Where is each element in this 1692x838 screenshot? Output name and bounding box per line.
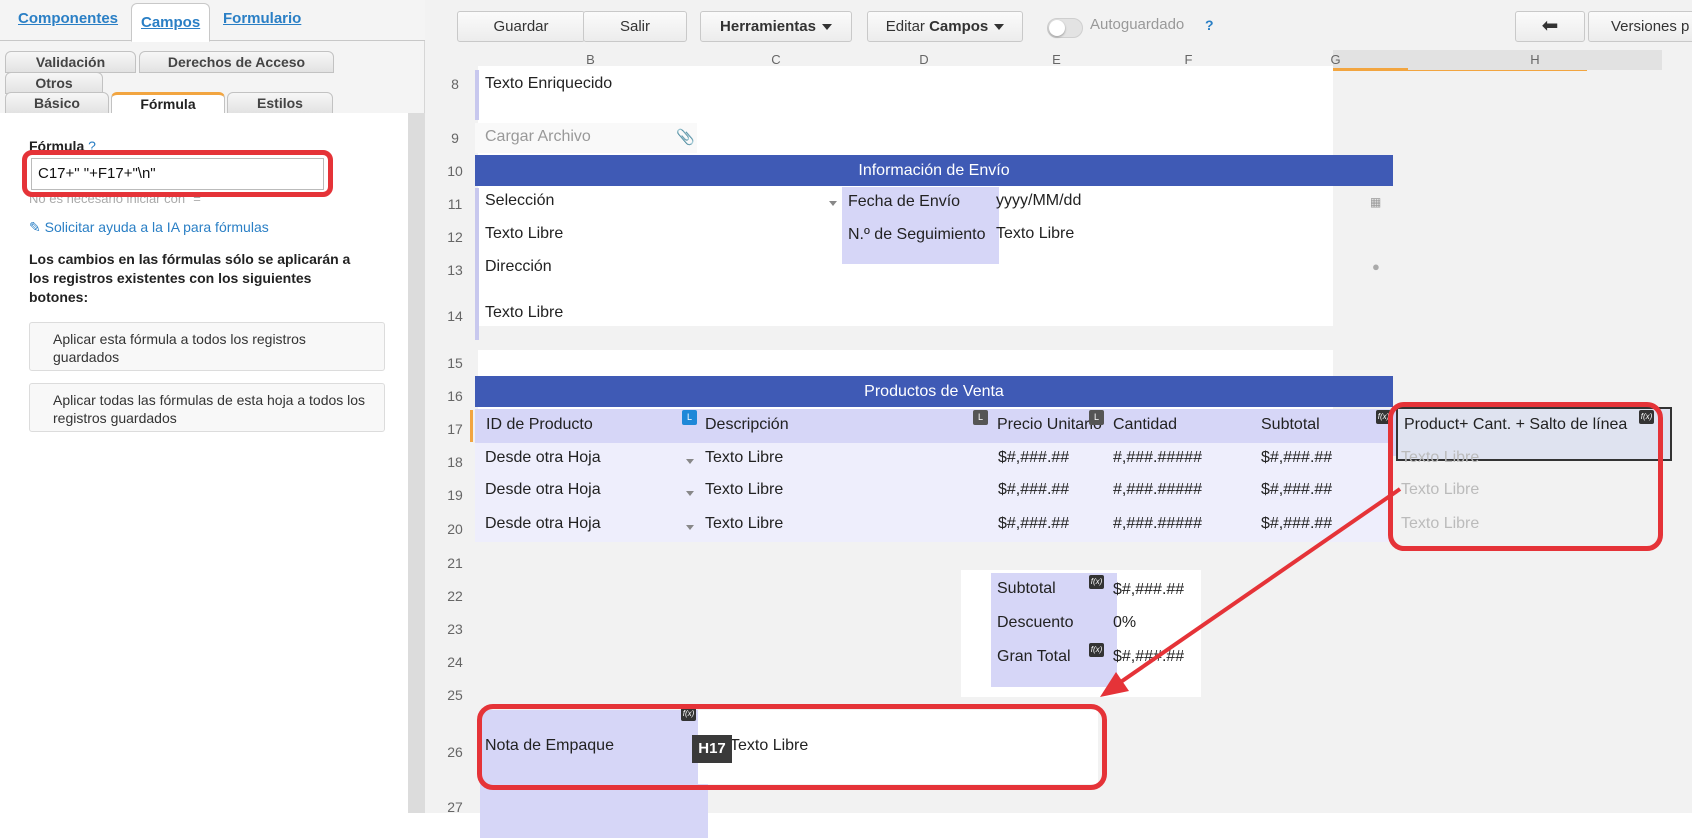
arrow-annotation bbox=[1100, 487, 1402, 697]
